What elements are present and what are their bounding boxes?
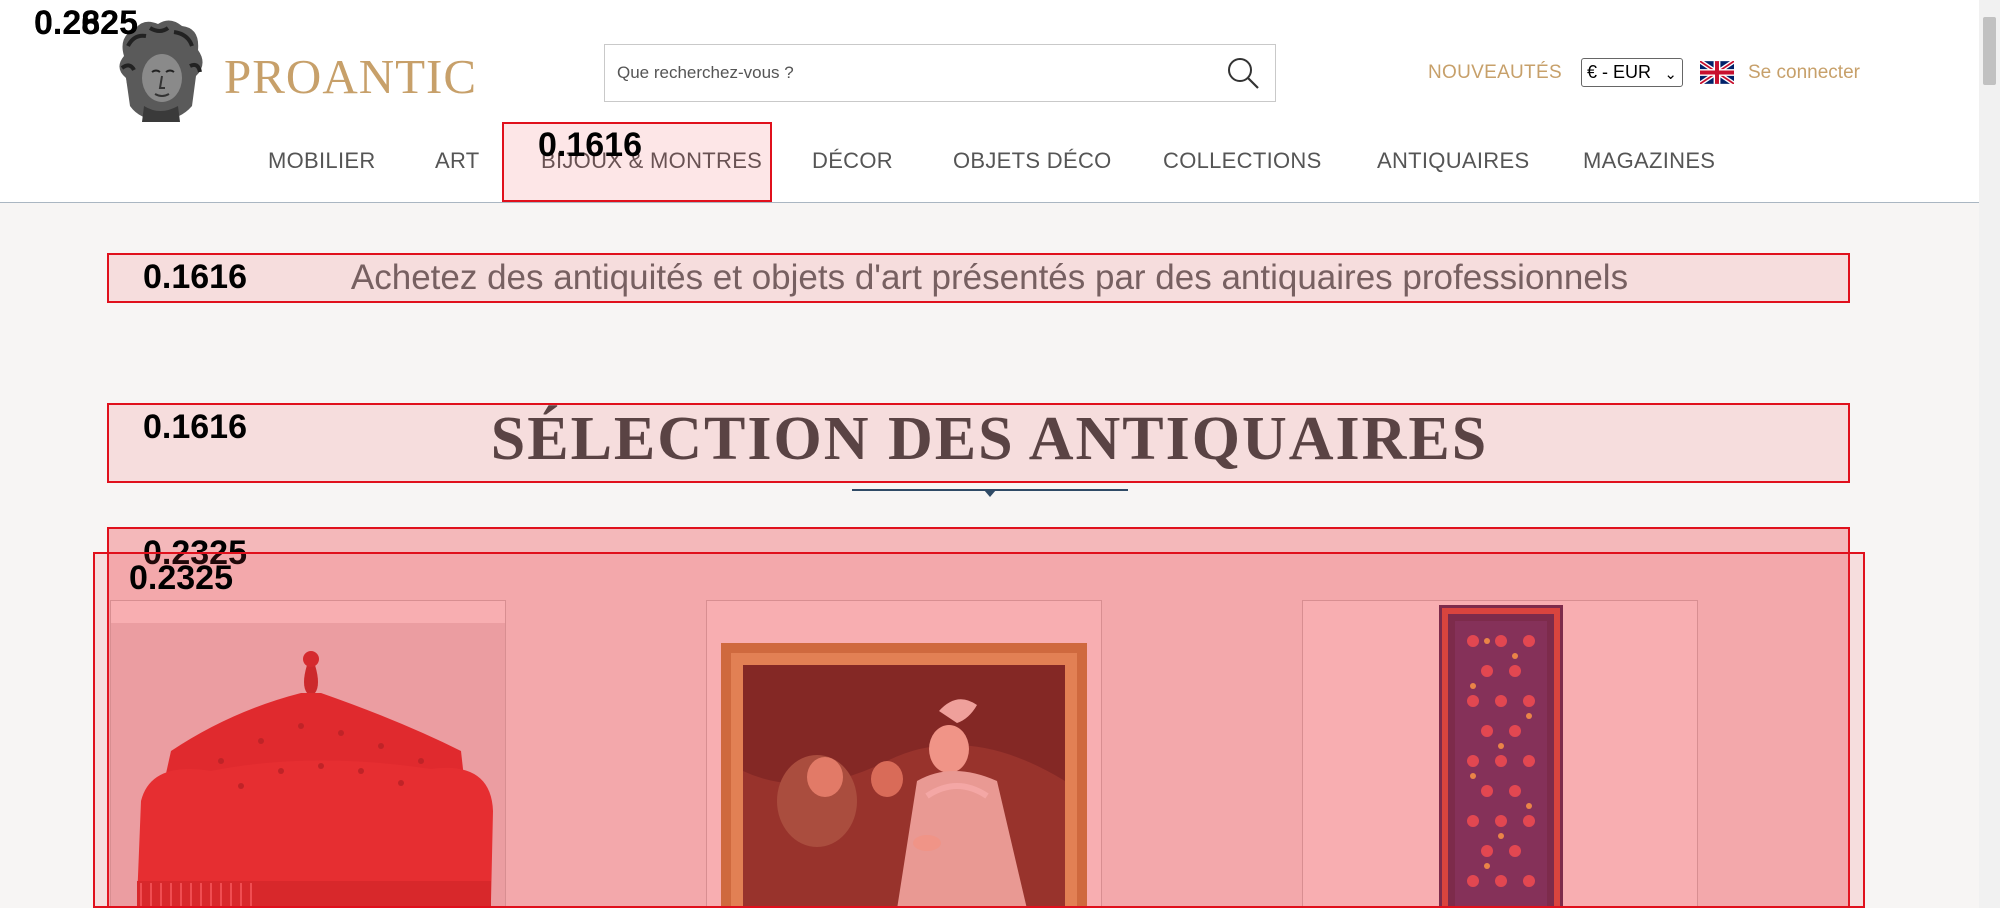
search-icon[interactable] [1225,55,1261,91]
nav-item-mobilier[interactable]: MOBILIER [268,148,376,178]
cards-highlight-box-b [93,552,1865,908]
scrollbar-thumb[interactable] [1983,17,1996,85]
nouveautes-link[interactable]: NOUVEAUTÉS [1428,62,1562,84]
nav-score: 0.1616 [538,126,642,164]
nav-item-collections[interactable]: COLLECTIONS [1163,148,1322,178]
divider-arrow-icon [984,490,996,497]
search-input[interactable] [605,45,1205,101]
currency-value: € - EUR [1587,62,1652,82]
chevron-down-icon: ⌄ [1664,66,1677,83]
title-highlight-box [107,403,1850,483]
login-link[interactable]: Se connecter [1748,62,1860,84]
nav-item-magazines[interactable]: MAGAZINES [1583,148,1715,178]
cards-score-b: 0.2325 [129,559,233,597]
title-score: 0.1616 [143,408,247,446]
currency-select[interactable]: € - EUR ⌄ [1581,58,1683,87]
tagline-score: 0.1616 [143,258,247,296]
brand-name[interactable]: PROANTIC [224,48,477,105]
site-header: PROANTIC NOUVEAUTÉS € - EUR ⌄ Se connect… [0,0,1979,203]
logo-score-b: 0.2825 [34,4,138,42]
nav-item-decor[interactable]: DÉCOR [812,148,893,178]
nav-item-objets-deco[interactable]: OBJETS DÉCO [953,148,1112,178]
nav-item-antiquaires[interactable]: ANTIQUAIRES [1377,148,1529,178]
page-scrollbar[interactable] [1979,0,2000,908]
uk-flag-icon[interactable] [1700,61,1734,84]
nav-item-art[interactable]: ART [435,148,480,178]
search-box [604,44,1276,102]
tagline-highlight-box [107,253,1850,303]
